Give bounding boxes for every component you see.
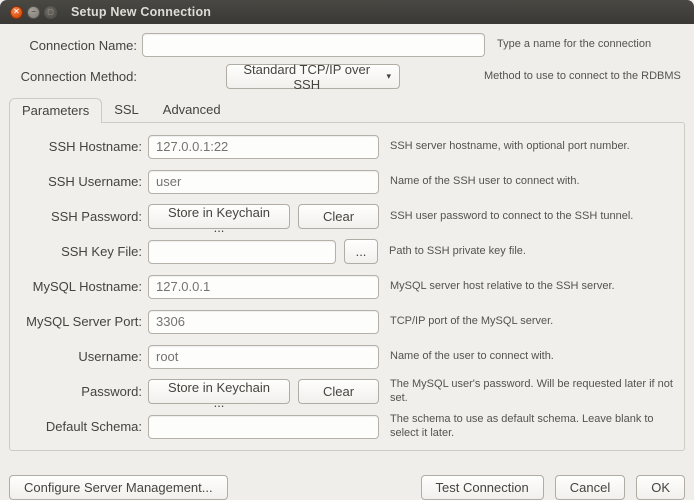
tab-bar: Parameters SSL Advanced [9, 98, 685, 122]
mysql-hostname-hint: MySQL server host relative to the SSH se… [390, 280, 678, 294]
ssh-key-file-browse-button[interactable]: ... [344, 239, 378, 264]
mysql-server-port-row: MySQL Server Port: TCP/IP port of the My… [10, 304, 678, 339]
ssh-key-file-label: SSH Key File: [10, 244, 142, 259]
password-store-keychain-button[interactable]: Store in Keychain ... [148, 379, 290, 404]
ssh-username-hint: Name of the SSH user to connect with. [390, 175, 678, 189]
caret-down-icon: ▾ [386, 71, 391, 82]
mysql-server-port-hint: TCP/IP port of the MySQL server. [390, 315, 678, 329]
configure-server-management-button[interactable]: Configure Server Management... [9, 475, 228, 500]
password-hint: The MySQL user's password. Will be reque… [390, 378, 678, 406]
connection-method-value: Standard TCP/IP over SSH [235, 62, 378, 92]
username-row: Username: Name of the user to connect wi… [10, 339, 678, 374]
ssh-username-input[interactable] [148, 170, 379, 194]
ssh-password-store-keychain-button[interactable]: Store in Keychain ... [148, 204, 290, 229]
parameters-panel: SSH Hostname: SSH server hostname, with … [9, 122, 685, 451]
maximize-icon[interactable]: ▢ [44, 6, 57, 19]
tab-parameters[interactable]: Parameters [9, 98, 102, 123]
window-title: Setup New Connection [71, 5, 211, 19]
ssh-password-row: SSH Password: Store in Keychain ... Clea… [10, 199, 678, 234]
password-label: Password: [10, 384, 142, 399]
username-hint: Name of the user to connect with. [390, 350, 678, 364]
default-schema-row: Default Schema: The schema to use as def… [10, 409, 678, 444]
connection-method-row: Connection Method: Standard TCP/IP over … [9, 64, 685, 89]
connection-method-dropdown[interactable]: Standard TCP/IP over SSH ▾ [226, 64, 400, 89]
ssh-hostname-input[interactable] [148, 135, 379, 159]
username-input[interactable] [148, 345, 379, 369]
mysql-hostname-input[interactable] [148, 275, 379, 299]
tab-ssl[interactable]: SSL [102, 98, 151, 122]
ssh-key-file-hint: Path to SSH private key file. [389, 245, 678, 259]
ssh-password-clear-button[interactable]: Clear [298, 204, 379, 229]
test-connection-button[interactable]: Test Connection [421, 475, 544, 500]
ssh-password-hint: SSH user password to connect to the SSH … [390, 210, 678, 224]
ssh-hostname-hint: SSH server hostname, with optional port … [390, 140, 678, 154]
connection-name-row: Connection Name: Type a name for the con… [9, 33, 685, 57]
setup-new-connection-dialog: ✕ − ▢ Setup New Connection Connection Na… [0, 0, 694, 500]
ssh-username-label: SSH Username: [10, 174, 142, 189]
cancel-button[interactable]: Cancel [555, 475, 625, 500]
connection-name-input[interactable] [142, 33, 485, 57]
footer-action-buttons: Test Connection Cancel OK [421, 475, 686, 500]
default-schema-input[interactable] [148, 415, 379, 439]
ssh-username-row: SSH Username: Name of the SSH user to co… [10, 164, 678, 199]
password-row: Password: Store in Keychain ... Clear Th… [10, 374, 678, 409]
ok-button[interactable]: OK [636, 475, 685, 500]
dialog-footer: Configure Server Management... Test Conn… [9, 475, 685, 500]
default-schema-hint: The schema to use as default schema. Lea… [390, 413, 678, 441]
mysql-server-port-input[interactable] [148, 310, 379, 334]
close-icon[interactable]: ✕ [10, 6, 23, 19]
default-schema-label: Default Schema: [10, 419, 142, 434]
connection-name-hint: Type a name for the connection [497, 38, 651, 52]
ssh-hostname-row: SSH Hostname: SSH server hostname, with … [10, 129, 678, 164]
connection-name-label: Connection Name: [9, 38, 137, 53]
ssh-password-buttons: Store in Keychain ... Clear [148, 204, 379, 229]
titlebar: ✕ − ▢ Setup New Connection [0, 0, 694, 24]
mysql-server-port-label: MySQL Server Port: [10, 314, 142, 329]
ssh-hostname-label: SSH Hostname: [10, 139, 142, 154]
dialog-content: Connection Name: Type a name for the con… [0, 24, 694, 500]
password-buttons: Store in Keychain ... Clear [148, 379, 379, 404]
ssh-key-file-input[interactable] [148, 240, 336, 264]
password-clear-button[interactable]: Clear [298, 379, 379, 404]
minimize-icon[interactable]: − [27, 6, 40, 19]
mysql-hostname-label: MySQL Hostname: [10, 279, 142, 294]
ssh-key-file-row: SSH Key File: ... Path to SSH private ke… [10, 234, 678, 269]
ssh-password-label: SSH Password: [10, 209, 142, 224]
tab-advanced[interactable]: Advanced [151, 98, 233, 122]
connection-method-label: Connection Method: [9, 69, 137, 84]
username-label: Username: [10, 349, 142, 364]
mysql-hostname-row: MySQL Hostname: MySQL server host relati… [10, 269, 678, 304]
connection-method-hint: Method to use to connect to the RDBMS [484, 70, 681, 84]
